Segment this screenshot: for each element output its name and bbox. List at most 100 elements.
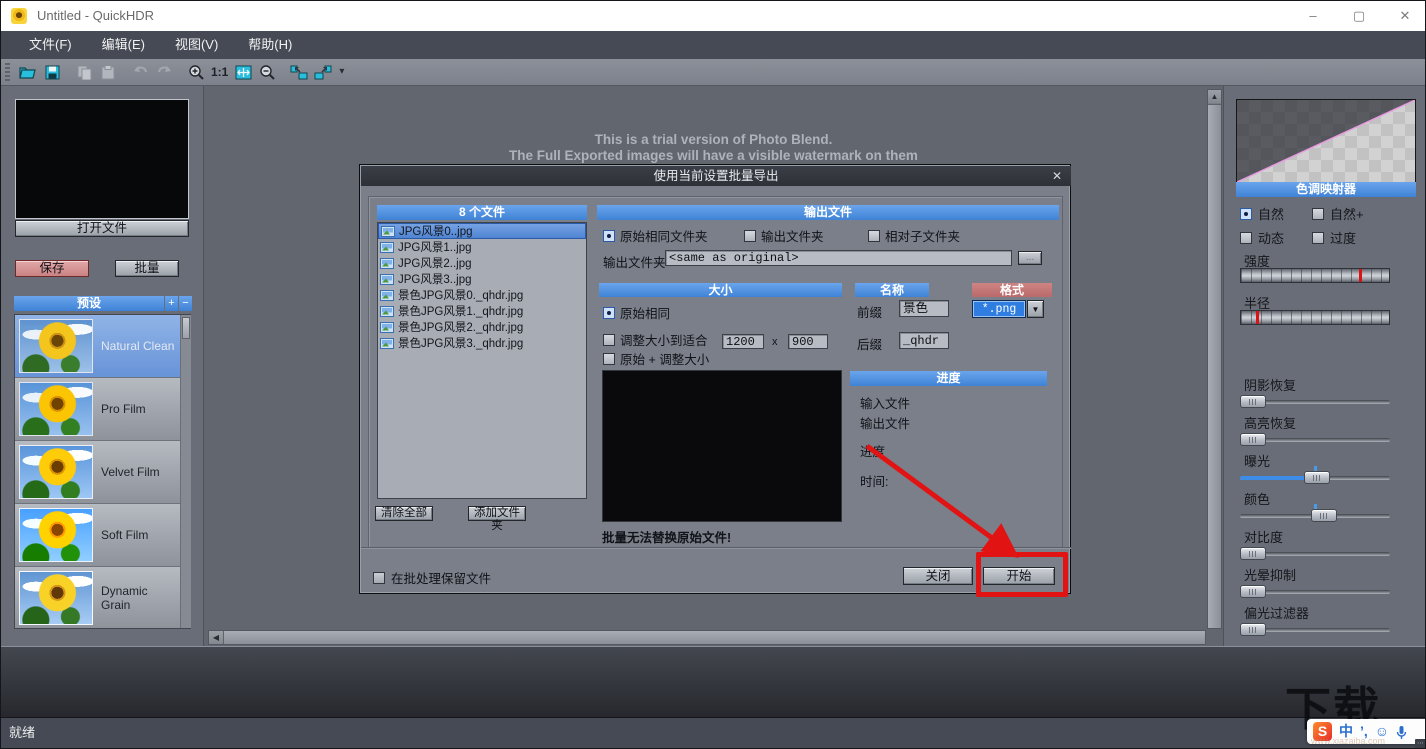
preset-item[interactable]: Soft Film xyxy=(15,504,180,567)
open-file-button[interactable]: 打开文件 xyxy=(15,220,189,237)
toolbar-grip[interactable] xyxy=(5,63,10,81)
size-original-plus-resized[interactable]: 原始 + 调整大小 xyxy=(603,349,709,368)
radio-icon[interactable] xyxy=(603,333,615,346)
batch-button[interactable]: 批量 xyxy=(115,260,179,277)
zoom-out-icon[interactable] xyxy=(256,62,278,82)
resize-width-field[interactable]: 1200 xyxy=(722,334,764,349)
mode-dynamic[interactable]: 动态 xyxy=(1240,228,1284,247)
slider-thumb[interactable] xyxy=(1303,471,1330,484)
mode-natural-plus[interactable]: 自然+ xyxy=(1312,204,1364,223)
option-same-folder[interactable]: 原始相同文件夹 xyxy=(603,226,708,245)
file-row[interactable]: JPG风景3..jpg xyxy=(378,271,586,287)
close-button[interactable]: ✕ xyxy=(1383,1,1425,31)
radio-icon[interactable] xyxy=(744,229,756,242)
polarizer-slider[interactable] xyxy=(1240,623,1390,636)
scroll-up-icon[interactable]: ▲ xyxy=(1208,90,1221,103)
prefix-field[interactable]: 景色 xyxy=(899,300,949,317)
format-select[interactable]: *.png xyxy=(972,300,1026,318)
menu-edit[interactable]: 编辑(E) xyxy=(90,31,157,59)
slider-thumb[interactable] xyxy=(1240,433,1266,446)
select-result-icon[interactable] xyxy=(312,62,334,82)
radio-icon[interactable] xyxy=(603,352,615,365)
radio-icon[interactable] xyxy=(868,229,880,242)
remove-preset-button[interactable]: − xyxy=(179,296,192,311)
ime-more-icon[interactable]: ⋯ xyxy=(1415,739,1425,748)
color-slider[interactable] xyxy=(1240,504,1390,522)
radius-slider[interactable] xyxy=(1240,310,1390,325)
clear-all-button[interactable]: 清除全部 xyxy=(375,506,433,521)
radio-icon[interactable] xyxy=(1240,231,1252,244)
radio-icon[interactable] xyxy=(1312,231,1324,244)
halo-suppression-slider[interactable] xyxy=(1240,585,1390,598)
save-icon[interactable] xyxy=(41,62,63,82)
option-output-folder[interactable]: 输出文件夹 xyxy=(744,226,824,245)
add-folder-button[interactable]: 添加文件夹 xyxy=(468,506,526,532)
scrollbar-thumb[interactable] xyxy=(182,317,190,339)
file-row[interactable]: JPG风景1..jpg xyxy=(378,239,586,255)
menu-file[interactable]: 文件(F) xyxy=(17,31,84,59)
ime-microphone-icon[interactable] xyxy=(1396,719,1407,744)
resize-height-field[interactable]: 900 xyxy=(788,334,828,349)
preset-item[interactable]: Natural Clean xyxy=(15,315,180,378)
strength-slider[interactable] xyxy=(1240,268,1390,283)
save-button[interactable]: 保存 xyxy=(15,260,89,277)
size-resize-to-fit[interactable]: 调整大小到适合 xyxy=(603,330,708,349)
radio-icon[interactable] xyxy=(603,306,615,319)
keep-files-option[interactable]: 在批处理保留文件 xyxy=(373,568,491,587)
add-preset-button[interactable]: + xyxy=(165,296,178,311)
minimize-button[interactable]: – xyxy=(1291,1,1335,31)
mode-overdone[interactable]: 过度 xyxy=(1312,228,1356,247)
slider-thumb[interactable] xyxy=(1240,585,1266,598)
vertical-scrollbar[interactable]: ▲ xyxy=(1207,89,1222,629)
file-row[interactable]: 景色JPG风景1._qhdr.jpg xyxy=(378,303,586,319)
scrollbar-thumb[interactable] xyxy=(1208,104,1221,628)
menu-help[interactable]: 帮助(H) xyxy=(236,31,304,59)
contrast-slider[interactable] xyxy=(1240,547,1390,560)
scrollbar-thumb[interactable] xyxy=(223,631,1205,644)
option-relative-subfolder[interactable]: 相对子文件夹 xyxy=(868,226,960,245)
file-row[interactable]: 景色JPG风景0._qhdr.jpg xyxy=(378,287,586,303)
toolbar-overflow-icon[interactable]: ▾ xyxy=(339,67,344,77)
radio-icon[interactable] xyxy=(1240,207,1252,220)
browse-button[interactable]: ... xyxy=(1018,251,1042,265)
preset-item[interactable]: Velvet Film xyxy=(15,441,180,504)
open-file-icon[interactable] xyxy=(17,62,39,82)
preset-item[interactable]: Dynamic Grain xyxy=(15,567,180,628)
format-dropdown-arrow-icon[interactable]: ▼ xyxy=(1027,300,1044,318)
menu-view[interactable]: 视图(V) xyxy=(163,31,230,59)
slider-indicator[interactable] xyxy=(1359,269,1363,282)
slider-thumb[interactable] xyxy=(1311,509,1337,522)
file-row[interactable]: 景色JPG风景3._qhdr.jpg xyxy=(378,335,586,351)
fit-to-window-icon[interactable] xyxy=(232,62,254,82)
horizontal-scrollbar[interactable]: ◀ xyxy=(208,630,1206,645)
shadow-recovery-slider[interactable] xyxy=(1240,395,1390,408)
redo-icon xyxy=(153,62,175,82)
zoom-ratio-button[interactable]: 1:1 xyxy=(208,65,231,79)
zoom-in-icon[interactable] xyxy=(185,62,207,82)
highlight-recovery-slider[interactable] xyxy=(1240,433,1390,446)
checkbox-icon[interactable] xyxy=(373,571,385,584)
file-list[interactable]: JPG风景0..jpg JPG风景1..jpg JPG风景2..jpg JPG风… xyxy=(377,222,587,499)
preset-scrollbar[interactable] xyxy=(180,315,191,628)
mode-natural[interactable]: 自然 xyxy=(1240,204,1284,223)
file-row[interactable]: JPG风景2..jpg xyxy=(378,255,586,271)
polarizer-label: 偏光过滤器 xyxy=(1244,606,1310,621)
slider-thumb[interactable] xyxy=(1240,395,1266,408)
file-name: JPG风景1..jpg xyxy=(398,242,472,254)
suffix-field[interactable]: _qhdr xyxy=(899,332,949,349)
size-same-as-original[interactable]: 原始相同 xyxy=(603,303,670,322)
dialog-close-icon[interactable]: ✕ xyxy=(1044,166,1070,186)
radio-icon[interactable] xyxy=(603,229,615,242)
file-row[interactable]: 景色JPG风景2._qhdr.jpg xyxy=(378,319,586,335)
scroll-left-icon[interactable]: ◀ xyxy=(209,631,223,644)
maximize-button[interactable]: ▢ xyxy=(1337,1,1381,31)
preset-item[interactable]: Pro Film xyxy=(15,378,180,441)
radio-icon[interactable] xyxy=(1312,207,1324,220)
slider-indicator[interactable] xyxy=(1255,311,1259,324)
output-folder-field[interactable]: <same as original> xyxy=(665,250,1012,266)
exposure-slider[interactable] xyxy=(1240,466,1390,484)
slider-thumb[interactable] xyxy=(1240,623,1266,636)
select-original-icon[interactable] xyxy=(288,62,310,82)
slider-thumb[interactable] xyxy=(1240,547,1266,560)
file-row[interactable]: JPG风景0..jpg xyxy=(378,223,586,239)
